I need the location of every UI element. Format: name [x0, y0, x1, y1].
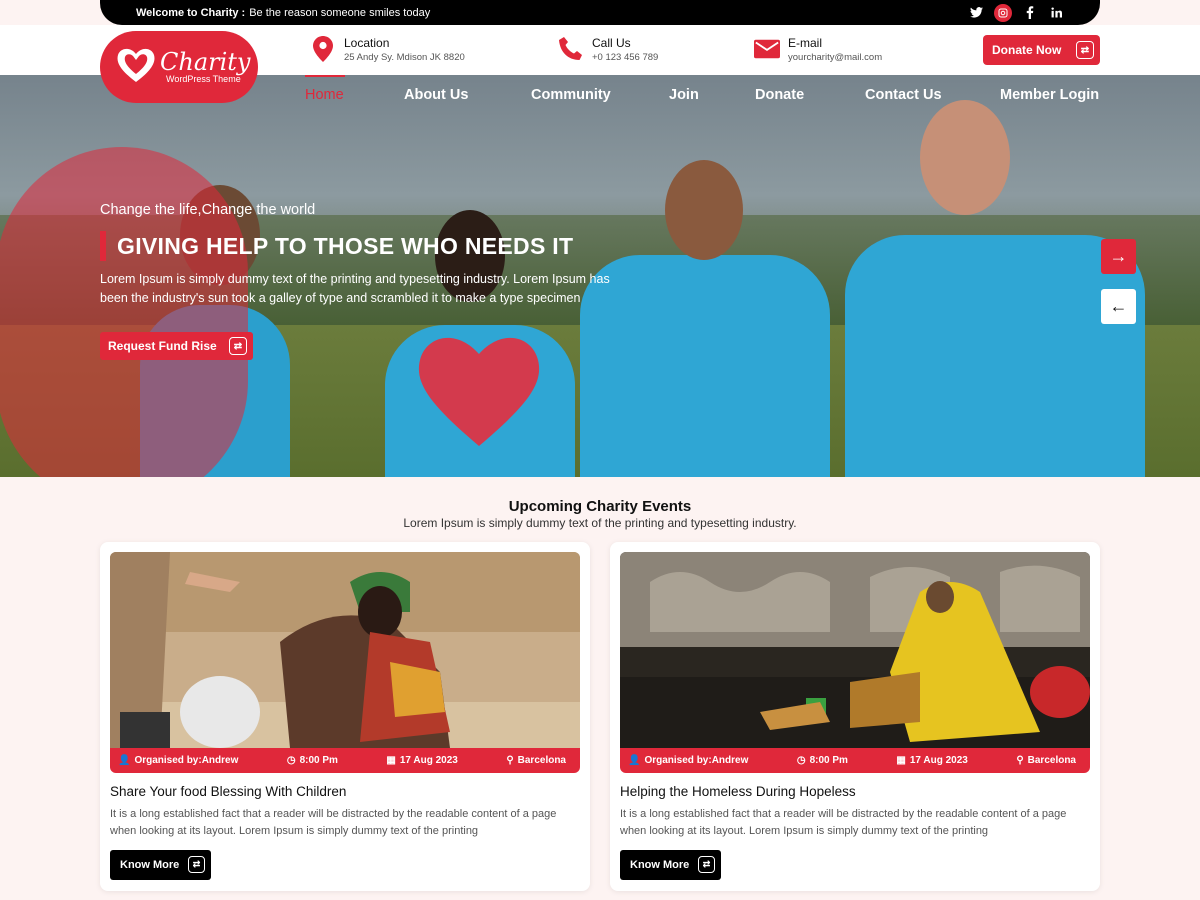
hero-red-circle-decoration	[0, 147, 248, 477]
hero-description: Lorem Ipsum is simply dummy text of the …	[100, 272, 610, 305]
hero-title: GIVING HELP TO THOSE WHO NEEDS IT	[100, 231, 573, 261]
event-time-text: 8:00 Pm	[299, 755, 338, 766]
event-card: 👤 Organised by:Andrew ◷ 8:00 Pm ▦ 17 Aug 20…	[610, 542, 1100, 891]
welcome-label: Welcome to Charity :	[136, 6, 246, 19]
user-icon: 👤	[628, 755, 641, 766]
event-meta-bar: 👤 Organised by:Andrew ◷ 8:00 Pm ▦ 17 Aug 20…	[110, 748, 580, 773]
event-place-text: Barcelona	[517, 755, 566, 766]
nav-about-us[interactable]: About Us	[404, 87, 468, 103]
site-logo[interactable]: Charity WordPress Theme	[100, 31, 258, 103]
event-organiser: 👤 Organised by:Andrew	[118, 755, 238, 766]
twitter-icon[interactable]	[968, 5, 984, 21]
event-date-text: 17 Aug 2023	[909, 755, 968, 766]
contact-title: E-mail	[788, 36, 823, 50]
location-pin-icon: ⚲	[506, 755, 514, 766]
nav-member-login[interactable]: Member Login	[1000, 87, 1099, 103]
heart-logo-icon	[114, 44, 158, 91]
event-date: ▦ 17 Aug 2023	[896, 755, 967, 766]
event-place: ⚲ Barcelona	[1016, 755, 1076, 766]
event-organiser: 👤 Organised by:Andrew	[628, 755, 748, 766]
event-meta-bar: 👤 Organised by:Andrew ◷ 8:00 Pm ▦ 17 Aug 20…	[620, 748, 1090, 773]
arrow-right-icon: →	[1109, 246, 1128, 266]
nav-join[interactable]: Join	[669, 87, 699, 103]
donate-now-button[interactable]: Donate Now ⇄	[983, 35, 1100, 65]
nav-contact-us[interactable]: Contact Us	[865, 87, 942, 103]
location-pin-icon: ⚲	[1016, 755, 1024, 766]
know-more-button[interactable]: Know More ⇄	[110, 850, 211, 880]
user-icon: 👤	[118, 755, 131, 766]
social-links	[968, 3, 1064, 22]
event-description: It is a long established fact that a rea…	[620, 808, 1067, 837]
events-section-subtitle: Lorem Ipsum is simply dummy text of the …	[403, 516, 797, 530]
event-description: It is a long established fact that a rea…	[110, 808, 557, 837]
event-organiser-text: Organised by:Andrew	[134, 755, 239, 766]
calendar-icon: ▦	[386, 755, 396, 766]
contact-title: Call Us	[592, 36, 631, 50]
slider-prev-button[interactable]: ←	[1101, 289, 1136, 324]
contact-phone: Call Us +0 123 456 789	[558, 36, 658, 63]
event-time-text: 8:00 Pm	[809, 755, 848, 766]
volunteer-figure	[845, 235, 1145, 477]
event-organiser-text: Organised by:Andrew	[644, 755, 749, 766]
mail-icon	[754, 36, 780, 62]
contact-value: +0 123 456 789	[592, 52, 659, 63]
nav-donate[interactable]: Donate	[755, 87, 804, 103]
instagram-icon[interactable]	[994, 3, 1012, 22]
top-bar: Welcome to Charity : Be the reason someo…	[100, 0, 1100, 25]
event-place: ⚲ Barcelona	[506, 755, 566, 766]
request-fund-rise-label: Request Fund Rise	[108, 339, 217, 353]
volunteer-head	[920, 100, 1010, 215]
calendar-icon: ▦	[896, 755, 906, 766]
events-section-title: Upcoming Charity Events	[508, 498, 692, 515]
location-pin-icon	[310, 36, 336, 62]
event-time: ◷ 8:00 Pm	[287, 755, 338, 766]
event-photo	[110, 552, 580, 748]
hand-heart-icon: ⇄	[229, 337, 247, 355]
event-photo	[620, 552, 1090, 748]
hand-heart-icon: ⇄	[1076, 41, 1094, 59]
event-title[interactable]: Share Your food Blessing With Children	[110, 784, 346, 799]
contact-title: Location	[344, 36, 390, 50]
event-time: ◷ 8:00 Pm	[797, 755, 848, 766]
hero-subtitle: Change the life,Change the world	[100, 202, 316, 218]
nav-home[interactable]: Home	[305, 75, 345, 103]
welcome-text: Be the reason someone smiles today	[249, 6, 431, 19]
event-card: 👤 Organised by:Andrew ◷ 8:00 Pm ▦ 17 Aug 20…	[100, 542, 590, 891]
slider-next-button[interactable]: →	[1101, 239, 1136, 274]
donate-now-label: Donate Now	[992, 43, 1062, 57]
know-more-label: Know More	[120, 859, 180, 871]
event-place-text: Barcelona	[1027, 755, 1076, 766]
contact-value: yourcharity@mail.com	[788, 52, 883, 63]
contact-value: 25 Andy Sy. Mdison JK 8820	[344, 52, 465, 63]
logo-name: Charity	[160, 48, 251, 76]
clock-icon: ◷	[796, 755, 806, 766]
event-date-text: 17 Aug 2023	[399, 755, 458, 766]
request-fund-rise-button[interactable]: Request Fund Rise ⇄	[100, 332, 253, 360]
linkedin-icon[interactable]	[1048, 5, 1064, 21]
know-more-button[interactable]: Know More ⇄	[620, 850, 721, 880]
nav-community[interactable]: Community	[531, 87, 611, 103]
red-heart-prop	[418, 337, 540, 446]
hand-heart-icon: ⇄	[188, 856, 205, 873]
event-title[interactable]: Helping the Homeless During Hopeless	[620, 784, 856, 799]
hand-heart-icon: ⇄	[698, 856, 715, 873]
know-more-label: Know More	[630, 859, 690, 871]
arrow-left-icon: ←	[1109, 296, 1128, 316]
logo-tagline: WordPress Theme	[166, 74, 241, 84]
facebook-icon[interactable]	[1022, 5, 1038, 21]
contact-email: E-mail yourcharity@mail.com	[754, 36, 882, 63]
event-date: ▦ 17 Aug 2023	[386, 755, 457, 766]
volunteer-head	[665, 160, 743, 260]
contact-location: Location 25 Andy Sy. Mdison JK 8820	[310, 36, 465, 63]
clock-icon: ◷	[286, 755, 296, 766]
phone-icon	[558, 36, 584, 62]
